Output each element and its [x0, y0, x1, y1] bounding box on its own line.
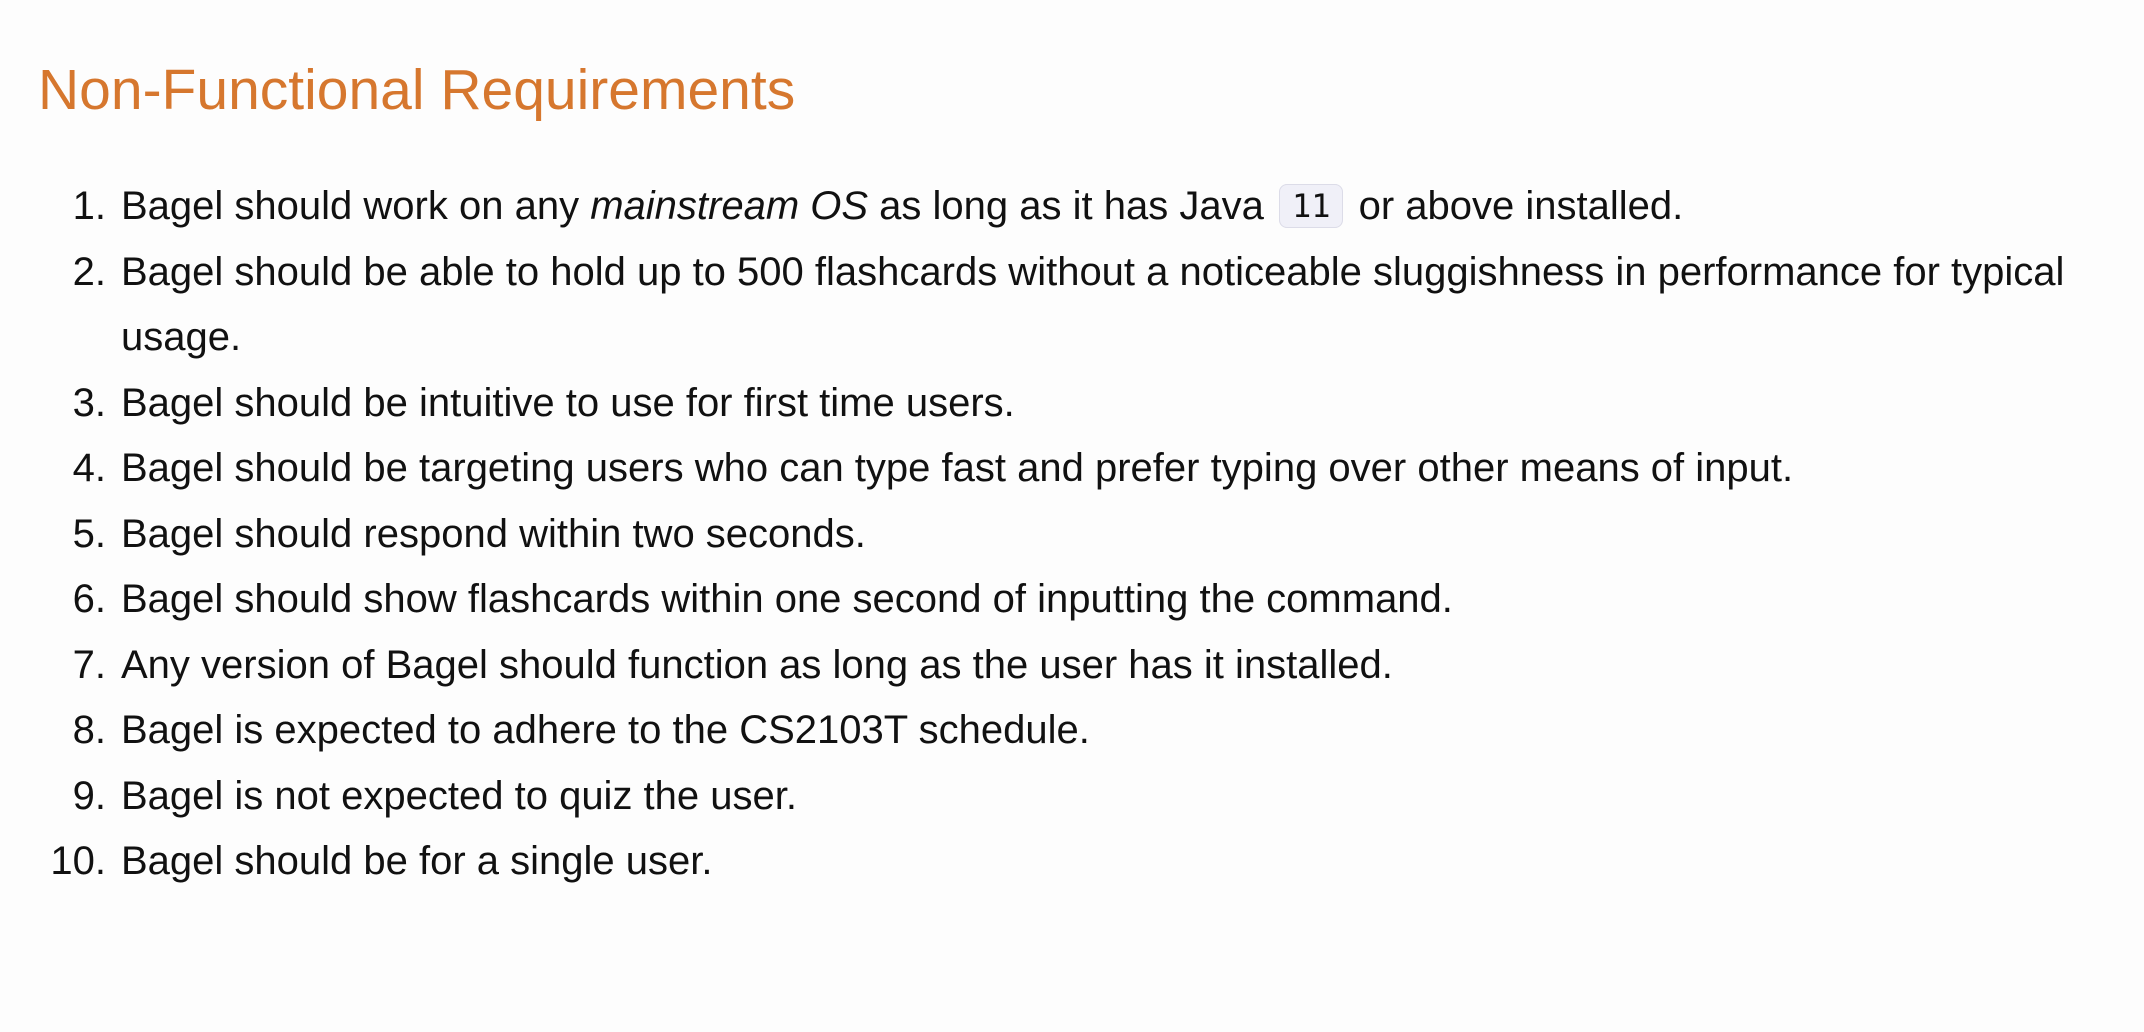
list-item-text: Bagel is not expected to quiz the user.: [121, 773, 797, 818]
list-item: 3. Bagel should be intuitive to use for …: [0, 371, 2130, 437]
list-item: 8. Bagel is expected to adhere to the CS…: [0, 698, 2130, 764]
list-item: 10. Bagel should be for a single user.: [0, 829, 2130, 895]
list-item-text: Bagel should be for a single user.: [121, 839, 713, 883]
list-item-text: Bagel should respond within two seconds.: [121, 511, 866, 556]
list-item: 1. Bagel should work on any mainstream O…: [0, 174, 2130, 240]
inline-code: 11: [1278, 184, 1344, 228]
list-item-text: Bagel should be intuitive to use for fir…: [121, 380, 1015, 425]
document-page: Non-Functional Requirements 1. Bagel sho…: [0, 0, 2144, 1032]
section-heading: Non-Functional Requirements: [38, 58, 796, 122]
list-item-number: 5.: [72, 511, 106, 556]
list-item-text: as long as it has Java: [868, 184, 1275, 228]
list-item-number: 8.: [72, 708, 106, 752]
list-item-text: Bagel should show flashcards within one …: [121, 577, 1453, 621]
list-item-text: Bagel should work on any: [121, 184, 591, 228]
list-item-text: Any version of Bagel should function as …: [121, 642, 1393, 687]
list-item-number: 7.: [72, 642, 106, 687]
list-item: 7. Any version of Bagel should function …: [0, 633, 2130, 699]
list-item: 9. Bagel is not expected to quiz the use…: [0, 764, 2130, 830]
list-item-number: 6.: [72, 577, 106, 621]
list-item: 2. Bagel should be able to hold up to 50…: [0, 240, 2130, 371]
list-item-number: 10.: [50, 839, 106, 883]
list-item-text: Bagel should be able to hold up to 500 f…: [121, 249, 2065, 360]
list-item-number: 4.: [72, 446, 106, 490]
list-item: 4. Bagel should be targeting users who c…: [0, 436, 2130, 502]
emphasis-text: mainstream OS: [590, 184, 869, 228]
list-item-text: Bagel is expected to adhere to the CS210…: [121, 708, 1090, 752]
list-item-text: Bagel should be targeting users who can …: [121, 446, 1794, 490]
list-item-number: 2.: [72, 249, 106, 294]
list-item-number: 9.: [72, 773, 106, 818]
list-item-number: 3.: [72, 380, 106, 425]
requirements-list: 1. Bagel should work on any mainstream O…: [0, 174, 2130, 895]
list-item: 5. Bagel should respond within two secon…: [0, 502, 2130, 568]
list-item: 6. Bagel should show flashcards within o…: [0, 567, 2130, 633]
list-item-number: 1.: [72, 184, 106, 228]
list-item-text: or above installed.: [1347, 184, 1684, 228]
